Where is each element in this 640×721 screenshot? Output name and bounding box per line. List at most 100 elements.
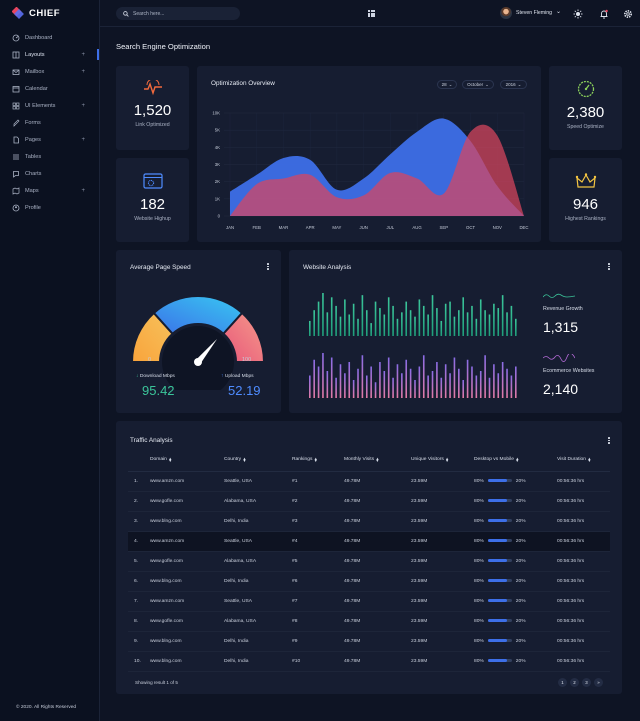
analysis-bar [488,314,491,336]
table-row[interactable]: 10. www.blng.com Delhi, India #10 49.78M 23.5… [128,651,610,672]
brightness-icon[interactable] [573,9,583,19]
column-label: Monthly Visits [344,457,375,463]
cell-duration: 00:56:36 hrs [557,631,610,652]
analysis-bar [401,312,403,336]
user-menu[interactable]: Steven Fleming ⌄ [500,7,561,19]
analysis-bar [418,366,421,398]
more-options-icon[interactable] [608,437,610,444]
analysis-bar [335,305,337,336]
analysis-bar [330,297,333,336]
sidebar-item-profile[interactable]: Profile [0,199,99,216]
expand-plus-icon[interactable]: + [81,103,85,109]
column-header-country[interactable]: Country ▲▼ [224,448,292,472]
analysis-bar [379,308,381,336]
sidebar-item-label: Mailbox [25,68,45,75]
gear-icon[interactable] [623,9,633,19]
analysis-bar [348,362,351,398]
column-header-visit-duration[interactable]: Visit Duration ▲▼ [557,448,610,472]
cell-visits: 49.78M [344,531,411,552]
next-page-button[interactable]: » [594,678,603,687]
sidebar-item-ui-elements[interactable]: UI Elements + [0,97,99,114]
desktop-share: 80% [474,618,484,624]
sidebar-item-maps[interactable]: Maps + [0,182,99,199]
cell-rank: #2 [292,491,344,512]
table-row[interactable]: 3. www.blng.com Delhi, India #3 49.78M 23.59M… [128,511,610,532]
table-row[interactable]: 6. www.blng.com Delhi, India #6 49.78M 23.59M… [128,571,610,592]
analysis-bar [497,308,500,336]
analysis-bar [471,366,473,398]
sidebar-item-dashboard[interactable]: Dashboard [0,29,99,46]
column-header-unique-visitors[interactable]: Unique Visitors ▲▼ [411,448,474,472]
stat-card-speed-optimize: 2,380 Speed Optimize [549,66,622,150]
search-input[interactable] [133,10,233,17]
table-row[interactable]: 5. www.gofle.com Alabama, USA #5 49.78M 23.59… [128,551,610,572]
more-options-icon[interactable] [267,263,269,270]
cell-domain: www.amzn.com [150,591,224,612]
cell-visits: 49.78M [344,491,411,512]
ecommerce-label: Ecommerce Websites [543,368,595,374]
analysis-bar [348,314,351,336]
page-button-3[interactable]: 3 [582,678,591,687]
table-row[interactable]: 2. www.gofle.com Alabama, USA #2 49.78M 23.59… [128,491,610,512]
browser-gear-icon [142,173,163,189]
pulse-icon [143,80,162,96]
cell-desktop-mobile: 80% 20% [474,471,557,492]
avatar [500,7,512,19]
y-tick-label: 0 [218,214,221,219]
table-row[interactable]: 9. www.blng.com Delhi, India #9 49.78M 23.59M… [128,631,610,652]
speed-gauge-icon [577,80,594,98]
sidebar-item-forms[interactable]: Forms [0,114,99,131]
column-header-desktop-vs-mobile[interactable]: Desktop vs Mobile ▲▼ [474,448,557,472]
desktop-mobile-bar [487,478,512,482]
website-analysis-card: Website Analysis Revenue Growth 1,315 Ec… [289,250,622,413]
brand-logo[interactable]: CHIEF [0,0,99,26]
analysis-bar [405,359,408,398]
sidebar-item-calendar[interactable]: Calendar [0,80,99,97]
desktop-mobile-bar [487,658,512,662]
cell-rank: #4 [292,531,344,552]
analysis-bar [335,377,337,398]
column-header-domain[interactable]: Domain ▲▼ [150,448,224,472]
table-row[interactable]: 7. www.amzn.com Seattle, USA #7 49.78M 23.59M… [128,591,610,612]
cell-duration: 00:56:36 hrs [557,511,610,532]
table-row[interactable]: 8. www.gofle.com Alabama, USA #8 49.78M 23.59… [128,611,610,632]
cell-n: 3. [128,511,150,532]
cell-desktop-mobile: 80% 20% [474,491,557,512]
cell-domain: www.amzn.com [150,471,224,492]
cell-desktop-mobile: 80% 20% [474,591,557,612]
table-row[interactable]: 1. www.amzn.com Seattle, USA #1 49.78M 23.59M… [128,471,610,492]
sidebar-item-layouts[interactable]: Layouts + [0,46,99,63]
table-row[interactable]: 4. www.amzn.com Seattle, USA #4 49.78M 23.59M… [128,531,610,552]
column-label: Domain [150,457,167,463]
analysis-bar [436,362,438,398]
expand-plus-icon[interactable]: + [81,52,85,58]
apps-grid-icon[interactable] [368,10,375,17]
column-header-monthly-visits[interactable]: Monthly Visits ▲▼ [344,448,411,472]
x-tick-label: MAR [279,225,289,230]
search-box[interactable] [116,7,240,20]
traffic-analysis-card: Traffic Analysis Domain ▲▼ Country ▲▼ Rank… [116,421,622,694]
analysis-bar [309,320,311,336]
analysis-bar [493,303,495,336]
bell-icon[interactable] [599,9,609,19]
cell-desktop-mobile: 80% 20% [474,571,557,592]
analysis-bar [515,318,517,336]
cell-duration: 00:56:36 hrs [557,471,610,492]
sidebar-item-label: UI Elements [25,102,56,109]
page-button-2[interactable]: 2 [570,678,579,687]
expand-plus-icon[interactable]: + [81,69,85,75]
sidebar-item-mailbox[interactable]: Mailbox + [0,63,99,80]
download-label-row: ↓ Download Mbps [136,374,175,379]
sidebar-item-pages[interactable]: Pages + [0,131,99,148]
column-header-rankings[interactable]: Rankings ▲▼ [292,448,344,472]
analysis-bar [396,364,399,398]
sidebar-item-tables[interactable]: Tables [0,148,99,165]
page-button-1[interactable]: 1 [558,678,567,687]
expand-plus-icon[interactable]: + [81,137,85,143]
ecommerce-sparkline-icon [543,354,575,362]
stat-card-link-optimized: 1,520 Link Optimized [116,66,189,150]
gauge-min-label: 0 [148,357,152,363]
forms-icon [13,119,20,127]
sidebar-item-charts[interactable]: Charts [0,165,99,182]
expand-plus-icon[interactable]: + [81,188,85,194]
